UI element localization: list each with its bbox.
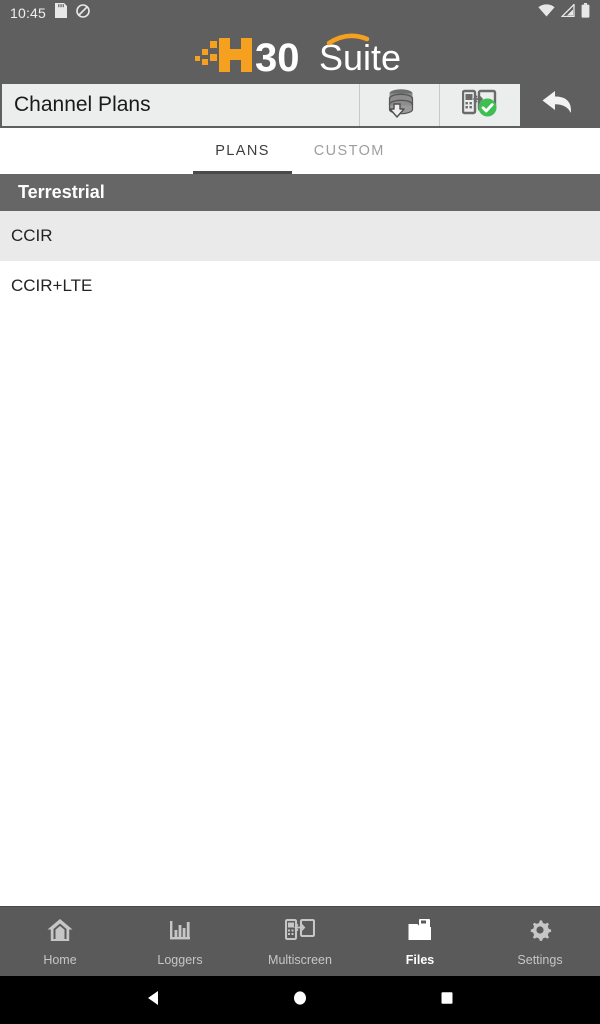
battery-icon — [581, 3, 590, 23]
gear-icon — [526, 917, 554, 948]
android-home-button[interactable] — [270, 988, 330, 1013]
list-item-label: CCIR — [11, 226, 53, 245]
multiscreen-check-icon — [461, 88, 498, 123]
tab-plans-label: PLANS — [215, 143, 270, 159]
android-back-icon — [144, 988, 162, 1013]
nav-item-files-label: Files — [405, 952, 435, 967]
android-back-button[interactable] — [123, 988, 183, 1013]
status-bar: 10:45 — [0, 0, 600, 26]
tab-custom[interactable]: CUSTOM — [292, 128, 407, 174]
section-header-label: Terrestrial — [18, 182, 105, 202]
list-item[interactable]: CCIR+LTE — [0, 261, 600, 311]
plan-list-container: Terrestrial CCIR CCIR+LTE — [0, 174, 600, 906]
android-home-icon — [291, 988, 309, 1013]
nav-item-multiscreen[interactable]: Multiscreen — [240, 917, 360, 967]
nav-item-home[interactable]: Home — [0, 917, 120, 967]
back-arrow-icon — [540, 87, 580, 124]
database-download-icon — [383, 88, 417, 123]
nav-item-multiscreen-label: Multiscreen — [268, 952, 332, 967]
h30-suite-logo: 30 Suite — [195, 32, 405, 76]
android-recents-icon — [438, 988, 456, 1013]
bar-chart-icon — [166, 917, 194, 948]
section-header-terrestrial: Terrestrial — [0, 174, 600, 211]
status-bar-left: 10:45 — [10, 3, 90, 23]
app-screen: 10:45 30 Suite Channel Plans PLANS CUSTO… — [0, 0, 600, 1024]
android-system-nav — [0, 976, 600, 1024]
svg-text:30: 30 — [255, 36, 300, 76]
nav-item-settings-label: Settings — [517, 952, 563, 967]
tab-plans[interactable]: PLANS — [193, 128, 292, 174]
multiscreen-icon — [284, 917, 316, 948]
logo-graphic: 30 Suite — [195, 33, 401, 76]
bottom-navigation-bar: Home Loggers Multiscreen Files Settings — [0, 906, 600, 976]
sdcard-icon — [55, 3, 68, 23]
channel-plan-name-field[interactable]: Channel Plans — [2, 84, 360, 126]
app-logo-header: 30 Suite — [0, 26, 600, 82]
load-plan-button[interactable] — [360, 84, 440, 126]
status-bar-clock: 10:45 — [10, 5, 47, 21]
folder-icon — [406, 917, 434, 948]
tab-custom-label: CUSTOM — [313, 143, 385, 159]
app-toolbar: Channel Plans — [0, 82, 600, 128]
home-icon — [46, 917, 74, 948]
nav-item-settings[interactable]: Settings — [480, 917, 600, 967]
do-not-disturb-icon — [76, 3, 90, 23]
nav-item-files[interactable]: Files — [360, 917, 480, 967]
nav-item-loggers-label: Loggers — [157, 952, 203, 967]
status-bar-right — [538, 2, 590, 23]
cellular-signal-icon — [560, 2, 575, 22]
nav-item-loggers[interactable]: Loggers — [120, 917, 240, 967]
tab-bar: PLANS CUSTOM — [0, 128, 600, 174]
back-button[interactable] — [520, 84, 600, 126]
wifi-icon — [538, 4, 555, 22]
apply-plan-button[interactable] — [440, 84, 520, 126]
android-recents-button[interactable] — [417, 988, 477, 1013]
list-item-label: CCIR+LTE — [11, 276, 93, 295]
nav-item-home-label: Home — [43, 952, 77, 967]
list-item[interactable]: CCIR — [0, 211, 600, 261]
